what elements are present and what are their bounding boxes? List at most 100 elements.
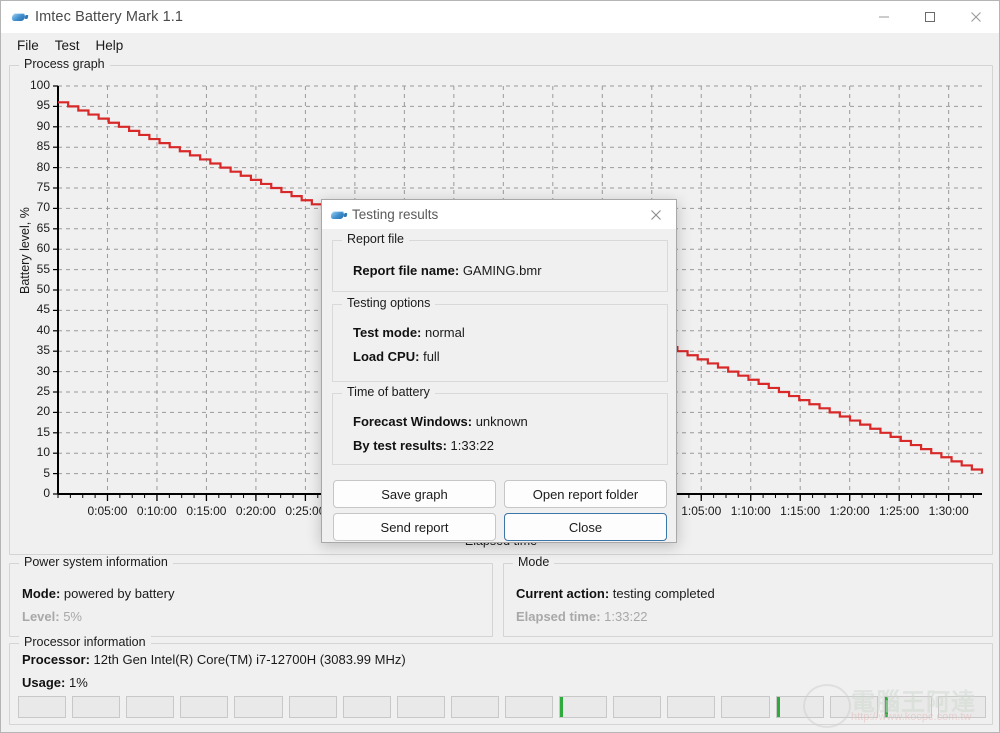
- chart-y-tick-label: 5: [43, 465, 50, 480]
- cpu-core-bar: [450, 696, 499, 718]
- testing-options-label: Testing options: [342, 296, 436, 310]
- time-of-battery-label: Time of battery: [342, 385, 435, 399]
- time-of-battery-group: Time of battery Forecast Windows: unknow…: [332, 385, 668, 465]
- power-mode-row: Mode: powered by battery: [22, 586, 174, 601]
- menu-item-test[interactable]: Test: [47, 36, 88, 55]
- chart-y-tick-label: 50: [36, 282, 50, 296]
- test-mode-value: normal: [425, 325, 465, 340]
- save-graph-button[interactable]: Save graph: [333, 480, 496, 508]
- chart-y-tick-label: 30: [36, 363, 50, 378]
- power-level-row: Level: 5%: [22, 609, 82, 624]
- dialog-title-bar: Testing results: [322, 200, 676, 229]
- report-file-group: Report file Report file name: GAMING.bmr: [332, 232, 668, 292]
- maximize-icon[interactable]: [907, 1, 953, 33]
- load-cpu-value: full: [423, 349, 440, 364]
- chart-y-tick-label: 40: [36, 322, 50, 337]
- close-icon[interactable]: [636, 200, 676, 229]
- cpu-core-bar: [559, 696, 608, 718]
- load-cpu-key: Load CPU:: [353, 349, 420, 364]
- forecast-windows-row: Forecast Windows: unknown: [353, 414, 528, 429]
- cpu-core-bar: [180, 696, 229, 718]
- battery-icon: [11, 9, 27, 25]
- elapsed-time-key: Elapsed time:: [516, 609, 601, 624]
- cpu-core-bar: [504, 696, 554, 718]
- chart-y-tick-label: 15: [36, 424, 50, 439]
- mode-label: Mode: [513, 555, 555, 569]
- power-system-information-label: Power system information: [19, 555, 173, 569]
- cpu-core-bar: [126, 696, 175, 718]
- cpu-core-bar: [829, 696, 878, 718]
- usage-row: Usage: 1%: [22, 675, 88, 690]
- cpu-core-bar: [396, 696, 445, 718]
- mode-group: Mode Current action: testing completed E…: [503, 555, 993, 637]
- by-test-results-row: By test results: 1:33:22: [353, 438, 494, 453]
- menu-item-file[interactable]: File: [9, 36, 47, 55]
- chart-y-tick-label: 60: [36, 241, 50, 256]
- cpu-core-bar: [775, 696, 824, 718]
- cpu-core-bar: [667, 696, 716, 718]
- testing-results-dialog: Testing results Report file Report file …: [321, 199, 677, 543]
- chart-y-tick-label: 25: [36, 384, 50, 398]
- dialog-title: Testing results: [352, 207, 439, 222]
- power-mode-key: Mode:: [22, 586, 61, 601]
- cpu-core-bar: [937, 696, 986, 718]
- cpu-core-bar: [288, 696, 337, 718]
- chart-y-tick-label: 95: [36, 98, 50, 113]
- power-system-information-group: Power system information Mode: powered b…: [9, 555, 493, 637]
- chart-y-tick-label: 70: [36, 200, 50, 215]
- chart-y-tick-label: 10: [36, 445, 50, 460]
- cpu-core-bar: [72, 696, 121, 718]
- processor-key: Processor:: [22, 652, 90, 667]
- menu-item-help[interactable]: Help: [88, 36, 132, 55]
- test-mode-key: Test mode:: [353, 325, 422, 340]
- processor-information-label: Processor information: [19, 635, 151, 649]
- forecast-windows-value: unknown: [475, 414, 528, 429]
- usage-value: 1%: [68, 675, 88, 690]
- cpu-core-bar: [18, 696, 67, 718]
- cpu-core-bar: [883, 696, 932, 718]
- elapsed-time-value: 1:33:22: [604, 609, 648, 624]
- current-action-key: Current action:: [516, 586, 610, 601]
- load-cpu-row: Load CPU: full: [353, 349, 440, 364]
- cpu-core-bar: [342, 696, 391, 718]
- minimize-icon[interactable]: [861, 1, 907, 33]
- processor-information-group: Processor information Processor: 12th Ge…: [9, 635, 993, 725]
- chart-y-tick-label: 80: [36, 159, 50, 174]
- chart-y-tick-label: 90: [36, 118, 50, 133]
- usage-key: Usage:: [22, 675, 66, 690]
- title-bar: Imtec Battery Mark 1.1: [1, 1, 999, 33]
- current-action-row: Current action: testing completed: [516, 586, 715, 601]
- chart-y-tick-label: 0: [43, 486, 50, 500]
- report-file-name-value: GAMING.bmr: [462, 263, 542, 278]
- testing-options-group: Testing options Test mode: normal Load C…: [332, 296, 668, 382]
- cpu-core-usage-bars: [18, 696, 986, 718]
- cpu-core-bar: [234, 696, 283, 718]
- close-button[interactable]: Close: [504, 513, 667, 541]
- power-level-value: 5%: [63, 609, 82, 624]
- by-test-results-key: By test results:: [353, 438, 447, 453]
- battery-icon: [330, 207, 346, 223]
- chart-y-tick-label: 100: [29, 78, 50, 92]
- chart-x-tick-label: 1:30:00: [928, 504, 969, 518]
- report-file-label: Report file: [342, 232, 409, 246]
- close-icon[interactable]: [953, 1, 999, 33]
- chart-y-tick-label: 55: [36, 261, 50, 276]
- chart-y-tick-label: 35: [36, 343, 50, 358]
- report-file-name-row: Report file name: GAMING.bmr: [353, 263, 542, 278]
- application-window: Imtec Battery Mark 1.1 File Test Help Pr…: [0, 0, 1000, 733]
- processor-row: Processor: 12th Gen Intel(R) Core(TM) i7…: [22, 652, 406, 667]
- by-test-results-value: 1:33:22: [450, 438, 494, 453]
- chart-y-tick-label: 75: [36, 180, 50, 194]
- forecast-windows-key: Forecast Windows:: [353, 414, 473, 429]
- window-title: Imtec Battery Mark 1.1: [35, 9, 184, 25]
- power-level-key: Level:: [22, 609, 60, 624]
- send-report-button[interactable]: Send report: [333, 513, 496, 541]
- open-report-folder-button[interactable]: Open report folder: [504, 480, 667, 508]
- report-file-name-key: Report file name:: [353, 263, 460, 278]
- window-controls: [861, 1, 999, 33]
- chart-y-tick-label: 85: [36, 139, 50, 154]
- chart-y-tick-label: 45: [36, 302, 50, 317]
- chart-y-tick-label: 65: [36, 220, 50, 235]
- current-action-value: testing completed: [612, 586, 715, 601]
- chart-y-tick-label: 20: [36, 404, 50, 419]
